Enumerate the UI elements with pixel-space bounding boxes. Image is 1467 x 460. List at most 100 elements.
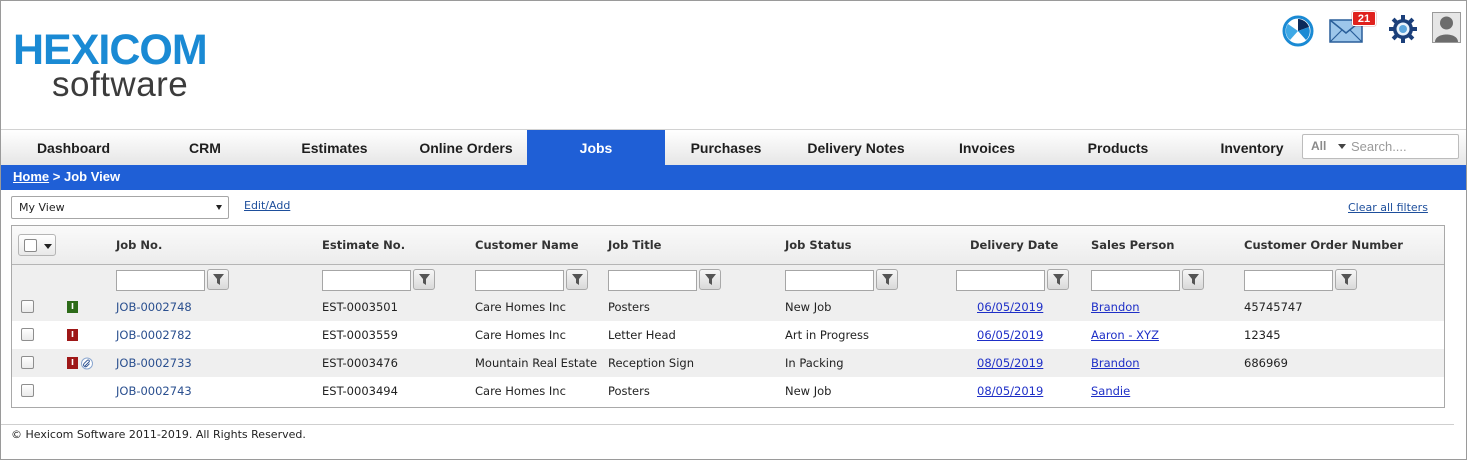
delivery-date-link[interactable]: 08/05/2019 xyxy=(977,377,1043,405)
filter-job-no-button[interactable] xyxy=(207,269,229,290)
job-no-link[interactable]: JOB-0002743 xyxy=(116,377,192,405)
filter-job-title-input[interactable] xyxy=(608,270,697,291)
filter-sales-person-input[interactable] xyxy=(1091,270,1180,291)
nav-inventory[interactable]: Inventory xyxy=(1187,130,1317,166)
search-scope-select[interactable]: All xyxy=(1311,135,1326,158)
filter-job-no-input[interactable] xyxy=(116,270,205,291)
sales-person-link[interactable]: Brandon xyxy=(1091,293,1140,321)
filter-customer-order-number-button[interactable] xyxy=(1335,269,1357,290)
table-row[interactable]: I JOB-0002782 EST-0003559 Care Homes Inc… xyxy=(12,321,1444,349)
col-header-sales-person[interactable]: Sales Person xyxy=(1091,226,1174,264)
col-header-delivery-date[interactable]: Delivery Date xyxy=(970,226,1058,264)
row-checkbox[interactable] xyxy=(21,384,34,397)
gear-icon[interactable] xyxy=(1388,14,1418,44)
filter-job-status-button[interactable] xyxy=(876,269,898,290)
filter-delivery-date-button[interactable] xyxy=(1047,269,1069,290)
edit-add-view-link[interactable]: Edit/Add xyxy=(244,199,290,212)
customer-name-cell: Mountain Real Estate xyxy=(475,356,598,370)
filter-icon xyxy=(1341,274,1352,285)
job-title-cell: Posters xyxy=(608,384,650,398)
table-row[interactable]: I JOB-0002748 EST-0003501 Care Homes Inc… xyxy=(12,293,1444,321)
customer-name-cell: Care Homes Inc xyxy=(475,384,566,398)
filter-row xyxy=(12,265,1444,293)
chevron-down-icon[interactable] xyxy=(1338,144,1346,149)
nav-products[interactable]: Products xyxy=(1049,130,1187,166)
sales-person-link[interactable]: Brandon xyxy=(1091,349,1140,377)
notification-badge[interactable]: 21 xyxy=(1352,11,1376,26)
chevron-down-icon[interactable] xyxy=(44,244,52,249)
job-priority-flag[interactable]: I xyxy=(67,301,78,313)
job-status-cell: New Job xyxy=(785,300,832,314)
job-priority-flag[interactable]: I xyxy=(67,329,78,341)
estimate-no-cell: EST-0003501 xyxy=(322,300,398,314)
filter-estimate-no-input[interactable] xyxy=(322,270,411,291)
customer-order-number-cell: 45745747 xyxy=(1244,300,1303,314)
footer-copyright: © Hexicom Software 2011-2019. All Rights… xyxy=(11,428,306,441)
row-checkbox[interactable] xyxy=(21,300,34,313)
nav-online-orders[interactable]: Online Orders xyxy=(405,130,527,166)
row-checkbox[interactable] xyxy=(21,328,34,341)
table-row[interactable]: JOB-0002743 EST-0003494 Care Homes Inc P… xyxy=(12,377,1444,405)
hexicom-logo[interactable]: HEXICOM software xyxy=(13,26,278,103)
filter-customer-name-input[interactable] xyxy=(475,270,564,291)
customer-order-number-cell: 686969 xyxy=(1244,356,1288,370)
estimate-no-cell: EST-0003494 xyxy=(322,384,398,398)
nav-purchases[interactable]: Purchases xyxy=(665,130,787,166)
select-all-checkbox[interactable] xyxy=(24,239,37,252)
select-all-dropdown[interactable] xyxy=(18,234,56,256)
filter-estimate-no-button[interactable] xyxy=(413,269,435,290)
sales-person-link[interactable]: Sandie xyxy=(1091,377,1130,405)
breadcrumb-current: Job View xyxy=(63,169,121,184)
nav-crm[interactable]: CRM xyxy=(146,130,264,166)
nav-jobs[interactable]: Jobs xyxy=(527,130,665,166)
job-status-cell: New Job xyxy=(785,384,832,398)
filter-sales-person-button[interactable] xyxy=(1182,269,1204,290)
filter-delivery-date-input[interactable] xyxy=(956,270,1045,291)
delivery-date-link[interactable]: 06/05/2019 xyxy=(977,321,1043,349)
clear-all-filters-link[interactable]: Clear all filters xyxy=(1348,201,1428,214)
nav-delivery-notes[interactable]: Delivery Notes xyxy=(787,130,925,166)
estimate-no-cell: EST-0003559 xyxy=(322,328,398,342)
row-checkbox[interactable] xyxy=(21,356,34,369)
global-search: All xyxy=(1302,134,1459,159)
nav-estimates[interactable]: Estimates xyxy=(272,130,397,166)
customer-order-number-cell: 12345 xyxy=(1244,328,1281,342)
job-no-link[interactable]: JOB-0002748 xyxy=(116,293,192,321)
delivery-date-link[interactable]: 06/05/2019 xyxy=(977,293,1043,321)
view-select[interactable]: My View xyxy=(11,196,229,219)
user-avatar-icon[interactable] xyxy=(1432,12,1461,43)
main-nav: Dashboard CRM Estimates Online Orders Jo… xyxy=(1,129,1466,166)
col-header-job-status[interactable]: Job Status xyxy=(785,226,851,264)
col-header-job-no[interactable]: Job No. xyxy=(116,226,162,264)
breadcrumb: Home > Job View xyxy=(1,165,1466,190)
col-header-customer-order-number[interactable]: Customer Order Number xyxy=(1244,226,1403,264)
nav-dashboard[interactable]: Dashboard xyxy=(1,130,146,166)
job-title-cell: Reception Sign xyxy=(608,356,695,370)
table-row[interactable]: I JOB-0002733 EST-0003476 Mountain Real … xyxy=(12,349,1444,377)
filter-customer-order-number-input[interactable] xyxy=(1244,270,1333,291)
col-header-job-title[interactable]: Job Title xyxy=(608,226,661,264)
col-header-estimate-no[interactable]: Estimate No. xyxy=(322,226,405,264)
filter-job-status-input[interactable] xyxy=(785,270,874,291)
job-no-link[interactable]: JOB-0002733 xyxy=(116,349,192,377)
delivery-date-link[interactable]: 08/05/2019 xyxy=(977,349,1043,377)
filter-icon xyxy=(882,274,893,285)
filter-icon xyxy=(572,274,583,285)
jobs-grid: Job No. Estimate No. Customer Name Job T… xyxy=(11,225,1445,408)
attachment-icon[interactable] xyxy=(81,357,93,370)
job-priority-flag[interactable]: I xyxy=(67,357,78,369)
sales-person-link[interactable]: Aaron - XYZ xyxy=(1091,321,1159,349)
job-title-cell: Posters xyxy=(608,300,650,314)
customer-name-cell: Care Homes Inc xyxy=(475,328,566,342)
chart-pie-icon[interactable] xyxy=(1282,15,1314,47)
job-no-link[interactable]: JOB-0002782 xyxy=(116,321,192,349)
filter-customer-name-button[interactable] xyxy=(566,269,588,290)
breadcrumb-home-link[interactable]: Home xyxy=(13,169,49,184)
logo-wordmark: HEXICOM xyxy=(13,26,208,74)
filter-job-title-button[interactable] xyxy=(699,269,721,290)
nav-invoices[interactable]: Invoices xyxy=(925,130,1049,166)
col-header-customer-name[interactable]: Customer Name xyxy=(475,226,579,264)
job-title-cell: Letter Head xyxy=(608,328,676,342)
search-input[interactable] xyxy=(1351,136,1455,157)
filter-icon xyxy=(705,274,716,285)
